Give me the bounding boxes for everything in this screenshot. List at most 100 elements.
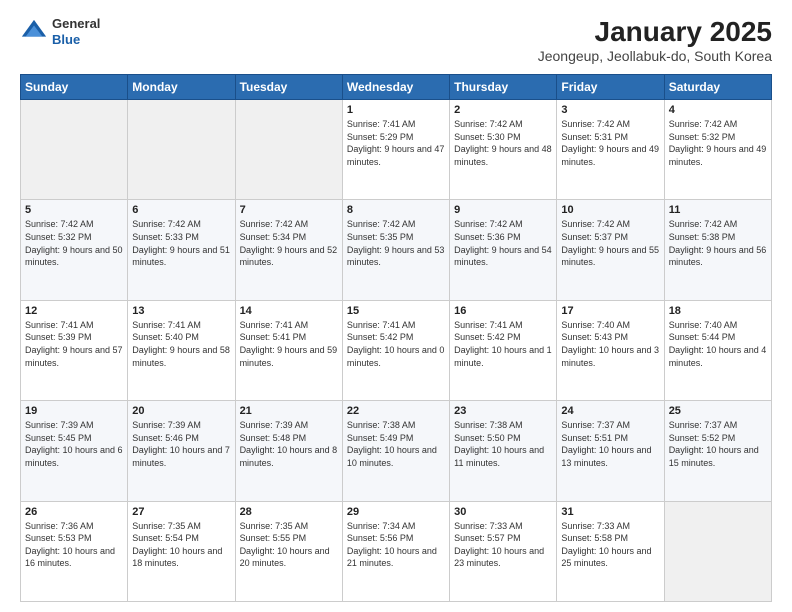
calendar-cell: 9Sunrise: 7:42 AM Sunset: 5:36 PM Daylig… [450,200,557,300]
day-number: 30 [454,506,552,518]
calendar-cell: 15Sunrise: 7:41 AM Sunset: 5:42 PM Dayli… [342,300,449,400]
calendar-cell: 28 Sunrise: 7:35 AM Sunset: 5:55 PM Dayli… [235,501,342,601]
day-number: 12 [25,305,123,317]
day-number: 10 [561,204,659,216]
day-number: 9 [454,204,552,216]
week-row-1: 1 Sunrise: 7:41 AM Sunset: 5:29 PM Daylig… [21,100,772,200]
day-info: Sunrise: 7:40 AM Sunset: 5:44 PM Dayligh… [669,319,767,369]
calendar-cell: 23 Sunrise: 7:38 AM Sunset: 5:50 PM Dayli… [450,401,557,501]
calendar-cell [21,100,128,200]
column-header-monday: Monday [128,75,235,100]
calendar-cell: 8 Sunrise: 7:42 AM Sunset: 5:35 PM Daylig… [342,200,449,300]
column-header-wednesday: Wednesday [342,75,449,100]
day-info: Sunrise: 7:37 AM Sunset: 5:52 PM Dayligh… [669,419,767,469]
calendar-cell: 13Sunrise: 7:41 AM Sunset: 5:40 PM Dayli… [128,300,235,400]
header: General Blue January 2025 Jeongeup, Jeol… [20,16,772,64]
week-row-2: 5 Sunrise: 7:42 AM Sunset: 5:32 PM Daylig… [21,200,772,300]
day-info: Sunrise: 7:34 AM Sunset: 5:56 PM Dayligh… [347,520,445,570]
calendar-cell: 5 Sunrise: 7:42 AM Sunset: 5:32 PM Daylig… [21,200,128,300]
calendar-cell: 6 Sunrise: 7:42 AM Sunset: 5:33 PM Daylig… [128,200,235,300]
day-number: 1 [347,104,445,116]
title-block: January 2025 Jeongeup, Jeollabuk-do, Sou… [538,16,772,64]
day-number: 24 [561,405,659,417]
day-number: 22 [347,405,445,417]
logo-blue: Blue [52,32,100,48]
day-number: 17 [561,305,659,317]
day-number: 20 [132,405,230,417]
day-info: Sunrise: 7:41 AM Sunset: 5:42 PM Dayligh… [454,319,552,369]
day-number: 14 [240,305,338,317]
calendar-cell: 18 Sunrise: 7:40 AM Sunset: 5:44 PM Dayli… [664,300,771,400]
day-info: Sunrise: 7:42 AM Sunset: 5:32 PM Dayligh… [25,218,123,268]
column-header-friday: Friday [557,75,664,100]
day-number: 18 [669,305,767,317]
logo-icon [20,18,48,46]
calendar-cell: 14 Sunrise: 7:41 AM Sunset: 5:41 PM Dayli… [235,300,342,400]
calendar-cell: 20 Sunrise: 7:39 AM Sunset: 5:46 PM Dayli… [128,401,235,501]
day-number: 11 [669,204,767,216]
calendar-cell [664,501,771,601]
day-number: 26 [25,506,123,518]
calendar-cell [128,100,235,200]
calendar-cell: 25 Sunrise: 7:37 AM Sunset: 5:52 PM Dayli… [664,401,771,501]
column-header-sunday: Sunday [21,75,128,100]
calendar-cell: 11 Sunrise: 7:42 AM Sunset: 5:38 PM Dayli… [664,200,771,300]
column-header-tuesday: Tuesday [235,75,342,100]
column-header-saturday: Saturday [664,75,771,100]
day-info: Sunrise: 7:42 AM Sunset: 5:33 PM Dayligh… [132,218,230,268]
day-info: Sunrise: 7:42 AM Sunset: 5:32 PM Dayligh… [669,118,767,168]
calendar-cell: 29Sunrise: 7:34 AM Sunset: 5:56 PM Dayli… [342,501,449,601]
day-number: 25 [669,405,767,417]
day-info: Sunrise: 7:41 AM Sunset: 5:41 PM Dayligh… [240,319,338,369]
week-row-3: 12Sunrise: 7:41 AM Sunset: 5:39 PM Dayli… [21,300,772,400]
calendar-header-row: SundayMondayTuesdayWednesdayThursdayFrid… [21,75,772,100]
day-info: Sunrise: 7:41 AM Sunset: 5:29 PM Dayligh… [347,118,445,168]
day-number: 28 [240,506,338,518]
day-info: Sunrise: 7:35 AM Sunset: 5:55 PM Dayligh… [240,520,338,570]
day-number: 27 [132,506,230,518]
day-info: Sunrise: 7:42 AM Sunset: 5:34 PM Dayligh… [240,218,338,268]
calendar-cell: 26 Sunrise: 7:36 AM Sunset: 5:53 PM Dayli… [21,501,128,601]
logo-text: General Blue [52,16,100,47]
week-row-4: 19Sunrise: 7:39 AM Sunset: 5:45 PM Dayli… [21,401,772,501]
calendar-cell: 27Sunrise: 7:35 AM Sunset: 5:54 PM Dayli… [128,501,235,601]
day-number: 6 [132,204,230,216]
day-number: 5 [25,204,123,216]
calendar-cell: 21Sunrise: 7:39 AM Sunset: 5:48 PM Dayli… [235,401,342,501]
calendar-cell: 4 Sunrise: 7:42 AM Sunset: 5:32 PM Daylig… [664,100,771,200]
calendar-cell: 1 Sunrise: 7:41 AM Sunset: 5:29 PM Daylig… [342,100,449,200]
day-info: Sunrise: 7:42 AM Sunset: 5:30 PM Dayligh… [454,118,552,168]
day-number: 19 [25,405,123,417]
day-info: Sunrise: 7:36 AM Sunset: 5:53 PM Dayligh… [25,520,123,570]
calendar-cell: 22Sunrise: 7:38 AM Sunset: 5:49 PM Dayli… [342,401,449,501]
calendar-cell: 17 Sunrise: 7:40 AM Sunset: 5:43 PM Dayli… [557,300,664,400]
day-info: Sunrise: 7:33 AM Sunset: 5:58 PM Dayligh… [561,520,659,570]
day-info: Sunrise: 7:40 AM Sunset: 5:43 PM Dayligh… [561,319,659,369]
calendar-subtitle: Jeongeup, Jeollabuk-do, South Korea [538,48,772,64]
calendar-cell: 19Sunrise: 7:39 AM Sunset: 5:45 PM Dayli… [21,401,128,501]
day-info: Sunrise: 7:42 AM Sunset: 5:31 PM Dayligh… [561,118,659,168]
calendar-title: January 2025 [538,16,772,48]
calendar-cell: 31 Sunrise: 7:33 AM Sunset: 5:58 PM Dayli… [557,501,664,601]
column-header-thursday: Thursday [450,75,557,100]
day-number: 23 [454,405,552,417]
day-info: Sunrise: 7:39 AM Sunset: 5:46 PM Dayligh… [132,419,230,469]
day-info: Sunrise: 7:42 AM Sunset: 5:38 PM Dayligh… [669,218,767,268]
calendar-cell: 16 Sunrise: 7:41 AM Sunset: 5:42 PM Dayli… [450,300,557,400]
day-number: 4 [669,104,767,116]
week-row-5: 26 Sunrise: 7:36 AM Sunset: 5:53 PM Dayli… [21,501,772,601]
day-info: Sunrise: 7:38 AM Sunset: 5:50 PM Dayligh… [454,419,552,469]
day-info: Sunrise: 7:37 AM Sunset: 5:51 PM Dayligh… [561,419,659,469]
day-number: 15 [347,305,445,317]
calendar-cell [235,100,342,200]
day-number: 8 [347,204,445,216]
day-number: 3 [561,104,659,116]
logo-general: General [52,16,100,32]
day-info: Sunrise: 7:42 AM Sunset: 5:35 PM Dayligh… [347,218,445,268]
day-number: 2 [454,104,552,116]
day-number: 16 [454,305,552,317]
calendar-cell: 30Sunrise: 7:33 AM Sunset: 5:57 PM Dayli… [450,501,557,601]
day-info: Sunrise: 7:39 AM Sunset: 5:48 PM Dayligh… [240,419,338,469]
day-number: 7 [240,204,338,216]
day-number: 31 [561,506,659,518]
